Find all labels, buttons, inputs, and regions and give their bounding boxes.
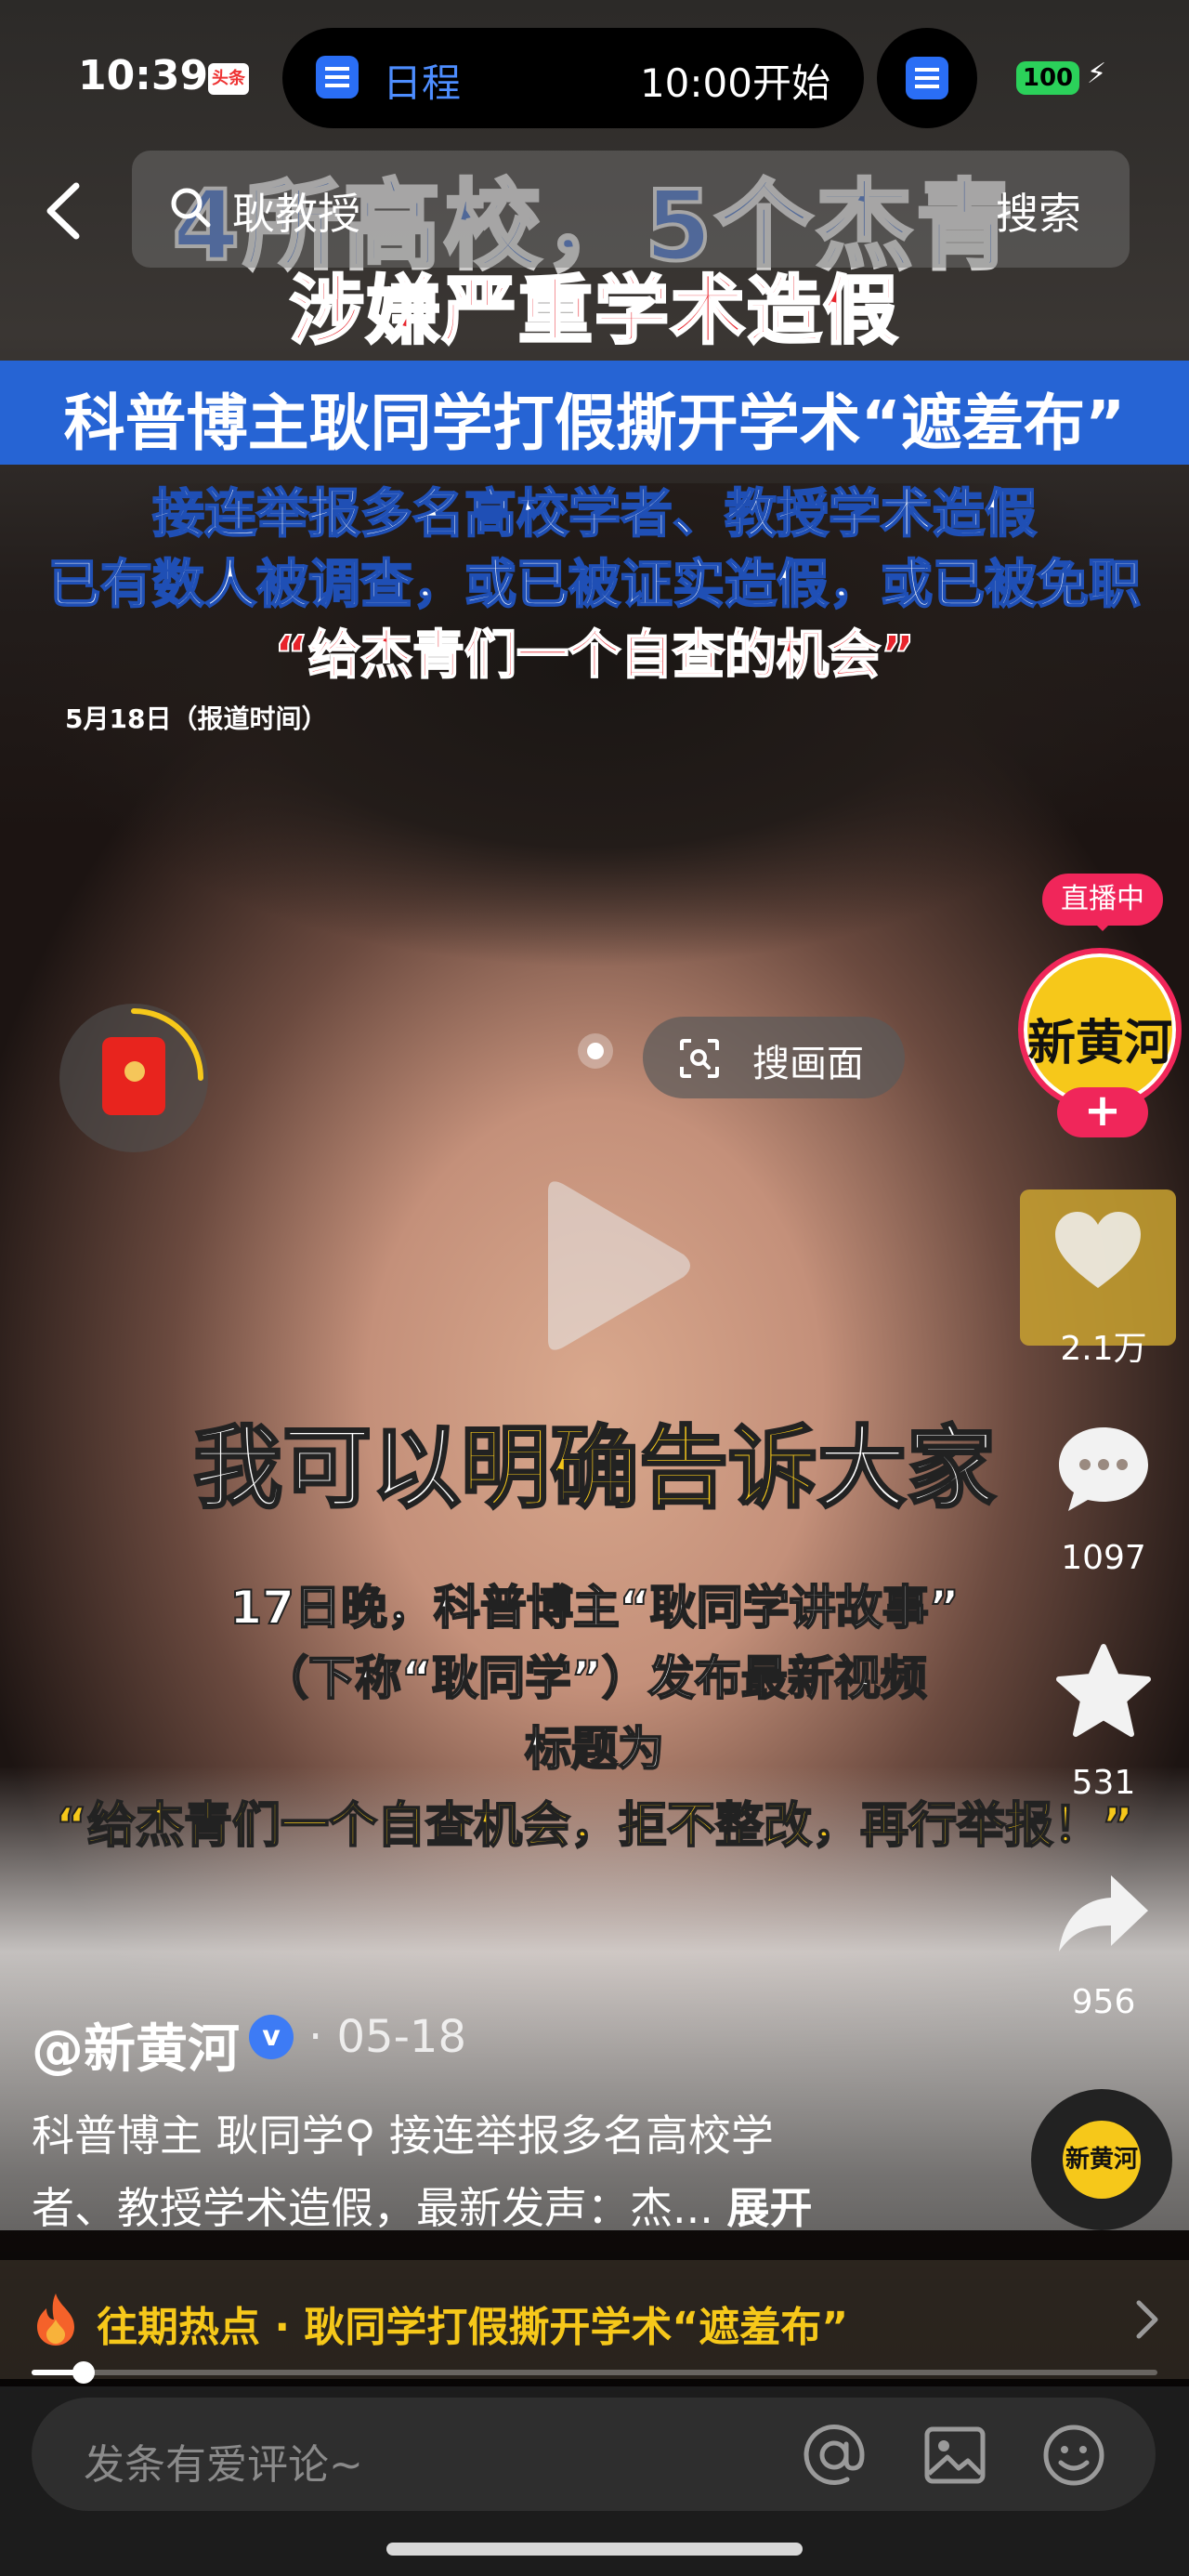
caption-main-prefix: 我可以	[192, 1415, 463, 1522]
caption-main-suffix: 大家	[817, 1415, 998, 1522]
description-line2[interactable]: 者、教授学术造假，最新发声：杰... 展开	[32, 2175, 998, 2236]
video-quote: “给杰青们一个自查的机会”	[273, 624, 916, 687]
record-dot[interactable]	[578, 1033, 613, 1069]
hot-topic-bar[interactable]: 往期热点 · 耿同学打假撕开学术“遮羞布”	[0, 2260, 1189, 2379]
toutiao-app-icon: 头条	[208, 63, 249, 95]
video-subtitle-line1: 接连举报多名高校学者、教授学术造假	[151, 483, 1038, 545]
home-indicator[interactable]	[386, 2543, 803, 2556]
calendar-list-icon	[316, 56, 359, 99]
share-count: 956	[1071, 1983, 1136, 2021]
search-button[interactable]: 搜索	[996, 180, 1081, 242]
at-mention-icon[interactable]	[801, 2422, 868, 2489]
caption-quote: “给杰青们一个自查机会，拒不整改，再行举报！”	[55, 1797, 1134, 1855]
search-bar[interactable]: 耿教授 搜索	[132, 151, 1130, 268]
scan-frame-icon	[680, 1039, 719, 1078]
heart-icon[interactable]	[1052, 1208, 1144, 1292]
search-frame-button[interactable]: 搜画面	[643, 1017, 905, 1098]
favorite-count: 531	[1071, 1764, 1136, 1802]
caption-line3: 标题为	[524, 1721, 665, 1777]
video-banner-text: 科普博主耿同学打假撕开学术“遮羞布”	[63, 388, 1126, 459]
search-frame-label: 搜画面	[752, 1043, 864, 1085]
comment-count: 1097	[1061, 1539, 1146, 1577]
description-line2-text: 者、教授学术造假，最新发声：杰...	[32, 2183, 727, 2233]
hot-topic-text: 往期热点 · 耿同学打假撕开学术“遮羞布”	[97, 2304, 849, 2351]
follow-button[interactable]: +	[1057, 1087, 1148, 1137]
video-progress-bar[interactable]	[32, 2361, 1157, 2384]
music-disc[interactable]: 新黄河	[1031, 2089, 1172, 2230]
description-line1[interactable]: 科普博主 耿同学⚲ 接连举报多名高校学	[32, 2102, 998, 2163]
dynamic-island-mini[interactable]	[877, 28, 977, 128]
video-banner: 科普博主耿同学打假撕开学术“遮羞布”	[0, 361, 1189, 465]
video-subtitle-line2: 已有数人被调查，或已被证实造假，或已被免职	[47, 554, 1142, 616]
post-date: · 05-18	[308, 2011, 466, 2063]
share-arrow-icon[interactable]	[1055, 1872, 1152, 1955]
red-packet-icon	[102, 1037, 165, 1115]
charging-bolt-icon: ⚡	[1087, 58, 1107, 90]
video-report-date: 5月18日（报道时间）	[65, 703, 328, 734]
play-icon[interactable]	[529, 1173, 697, 1359]
caption-main-highlight: 明确告诉	[460, 1415, 819, 1522]
red-packet-widget[interactable]	[59, 1004, 208, 1152]
search-query: 耿教授	[232, 189, 360, 239]
red-packet-seal	[124, 1061, 145, 1082]
schedule-time: 10:00开始	[639, 60, 830, 106]
fire-icon	[37, 2293, 74, 2346]
battery-indicator: 100	[1016, 61, 1079, 95]
video-player-screen[interactable]: 10:39 头条 日程 10:00开始 100 ⚡ 4所高校，5个杰青 涉嫌严重…	[0, 0, 1189, 2576]
like-count: 2.1万	[1060, 1330, 1147, 1368]
schedule-label: 日程	[383, 60, 462, 106]
avatar-logo-text: 新黄河	[1026, 1015, 1172, 1071]
chevron-right-icon	[1136, 2300, 1158, 2339]
comment-input[interactable]: 发条有爱评论~	[32, 2398, 1156, 2511]
music-disc-logo: 新黄河	[1063, 2121, 1141, 2199]
caption-main: 我可以明确告诉大家	[0, 1396, 1189, 1525]
back-chevron-icon[interactable]	[37, 178, 93, 243]
author-name[interactable]: @新黄河	[32, 2007, 240, 2083]
progress-knob[interactable]	[72, 2361, 95, 2384]
image-icon[interactable]	[921, 2422, 988, 2489]
expand-link[interactable]: 展开	[727, 2183, 813, 2233]
calendar-list-icon	[906, 57, 948, 99]
emoji-icon[interactable]	[1040, 2422, 1107, 2489]
status-time: 10:39	[78, 52, 209, 99]
live-badge[interactable]: 直播中	[1042, 874, 1163, 931]
star-favorite-icon[interactable]	[1053, 1643, 1154, 1740]
caption-line1: 17日晚，科普博主“耿同学讲故事”	[229, 1580, 960, 1636]
verified-badge-icon: v	[249, 2015, 294, 2059]
comment-bubble-icon[interactable]	[1055, 1422, 1152, 1515]
caption-line2: （下称“耿同学”）发布最新视频	[261, 1650, 928, 1706]
search-icon	[171, 188, 211, 228]
comment-placeholder: 发条有爱评论~	[84, 2441, 363, 2489]
dynamic-island-schedule[interactable]: 日程 10:00开始	[282, 28, 864, 128]
